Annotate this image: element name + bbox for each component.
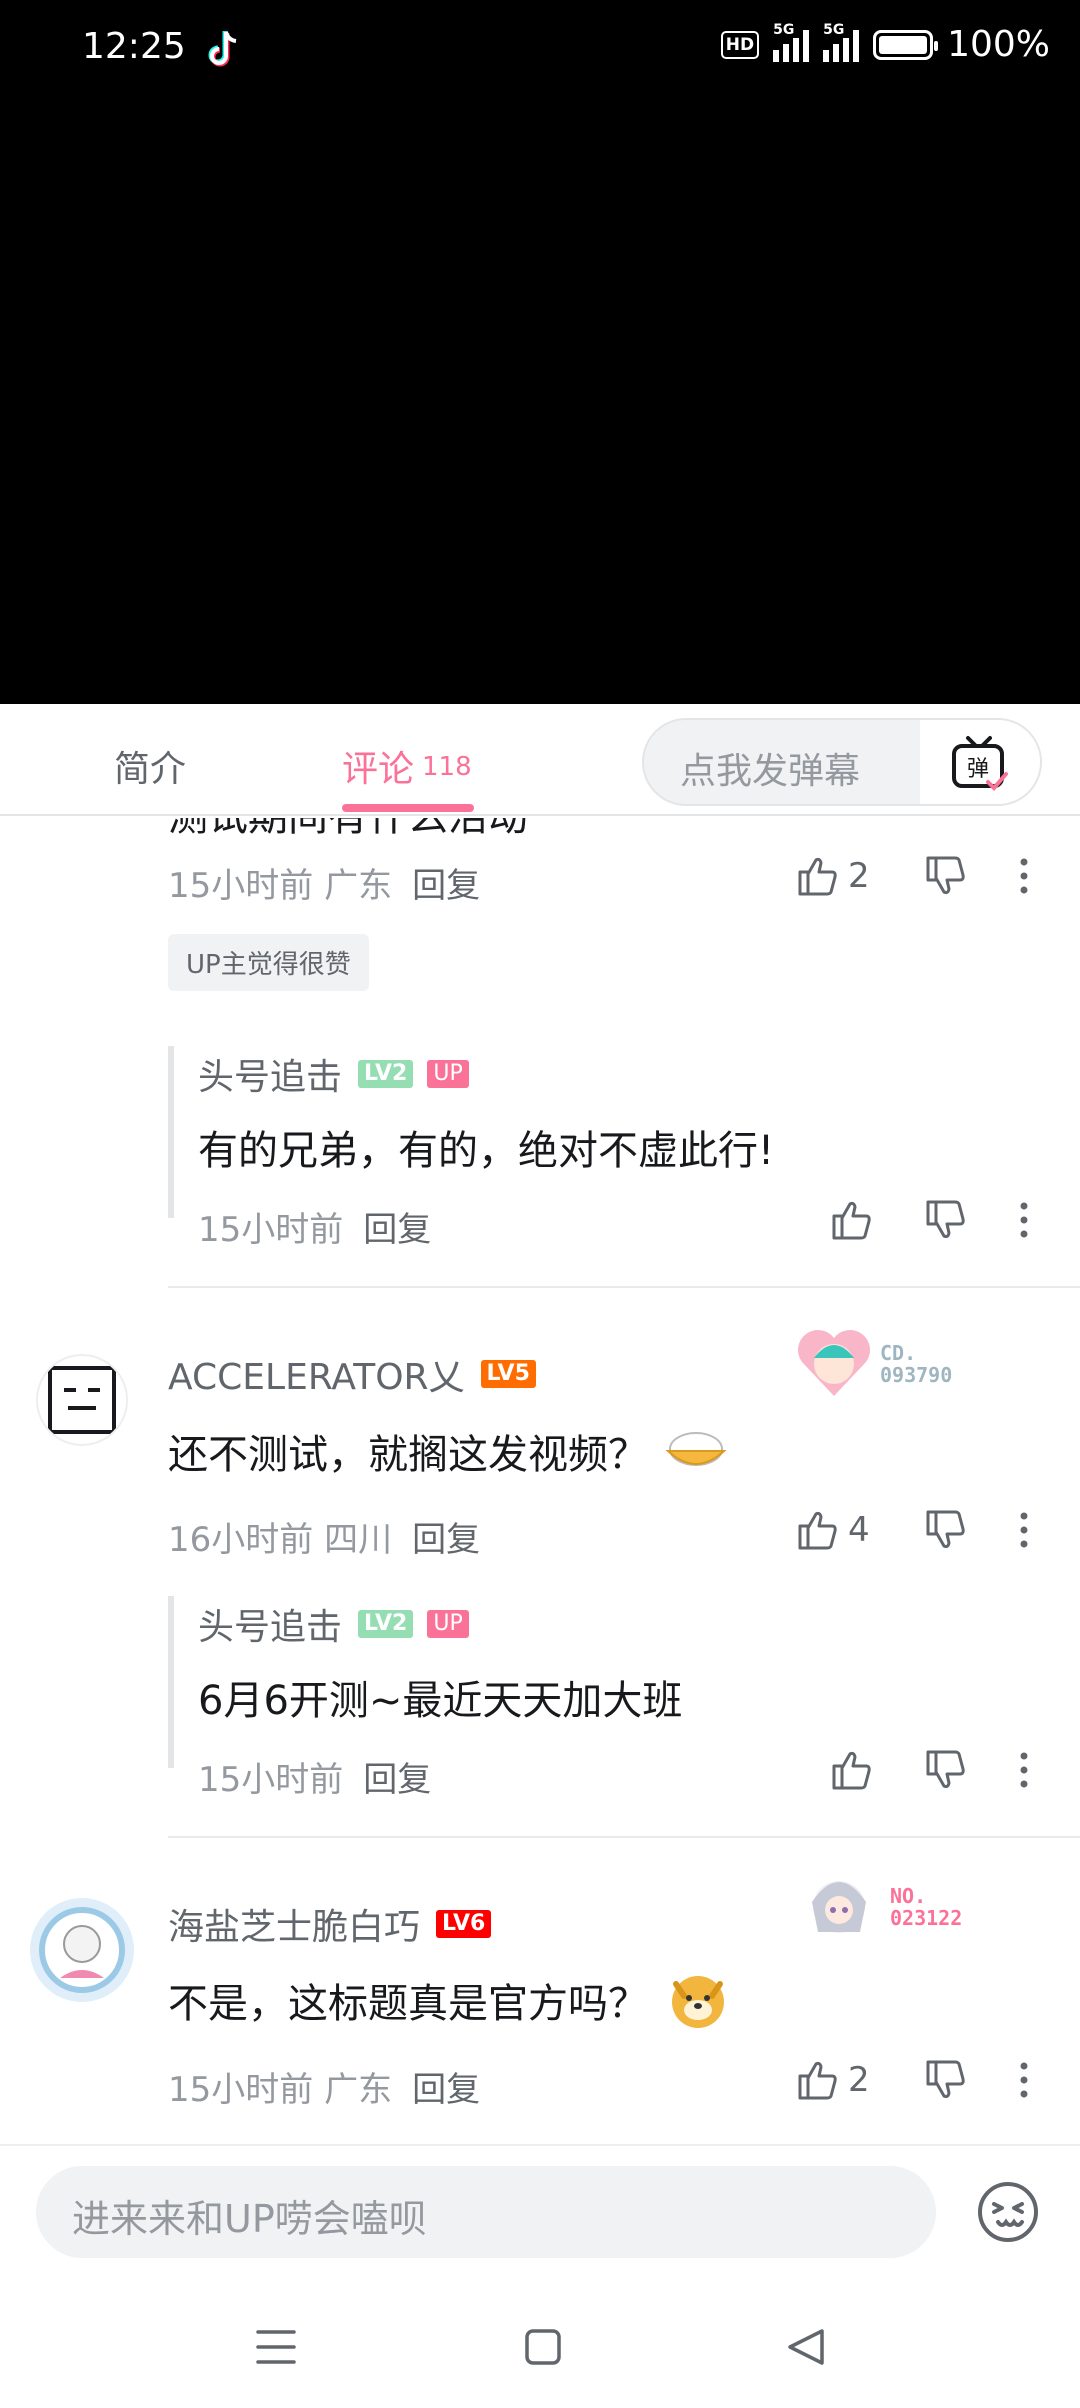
status-bar: 12:25 HD 5G 5G 100% bbox=[0, 0, 1080, 100]
fan-medal: CD. 093790 bbox=[794, 1324, 952, 1404]
thumbs-up-icon[interactable] bbox=[830, 1748, 874, 1792]
avatar[interactable] bbox=[30, 1898, 134, 2002]
comment-count: 118 bbox=[422, 752, 472, 782]
like-button[interactable]: 4 bbox=[796, 1508, 870, 1552]
like-count: 2 bbox=[848, 856, 870, 896]
comment-divider bbox=[168, 1836, 1080, 1838]
rice-bowl-emoji-icon bbox=[665, 1432, 727, 1466]
tab-intro[interactable]: 简介 bbox=[114, 740, 186, 792]
reply-button[interactable]: 回复 bbox=[363, 1760, 431, 1800]
system-nav-bar bbox=[0, 2284, 1080, 2408]
thumbs-down-icon[interactable] bbox=[924, 1748, 968, 1792]
thumbs-down-icon[interactable] bbox=[924, 2058, 968, 2102]
hd-icon: HD bbox=[720, 30, 760, 59]
thumbs-down-icon[interactable] bbox=[924, 1508, 968, 1552]
home-icon[interactable] bbox=[524, 2328, 562, 2366]
up-badge: UP bbox=[427, 1060, 469, 1088]
like-count: 4 bbox=[848, 1510, 870, 1550]
fan-medal: NO. 023122 bbox=[794, 1862, 962, 1952]
like-button[interactable]: 2 bbox=[796, 2058, 870, 2102]
video-player[interactable] bbox=[0, 100, 1080, 704]
more-icon[interactable] bbox=[1016, 1200, 1032, 1240]
back-icon[interactable] bbox=[786, 2328, 826, 2366]
comment-meta: 16小时前 四川 回复 bbox=[168, 1520, 481, 1560]
reply-meta: 15小时前 回复 bbox=[198, 1210, 432, 1250]
comment-actions: 2 bbox=[796, 2058, 870, 2102]
comment-actions: 4 bbox=[796, 1508, 870, 1552]
fan-badge-avatar-icon bbox=[798, 1330, 870, 1396]
signal-icon: 5G bbox=[773, 22, 810, 62]
reply-thread-line bbox=[168, 1596, 174, 1768]
thumbs-down-icon[interactable] bbox=[924, 854, 968, 898]
level-badge: LV2 bbox=[358, 1610, 414, 1638]
reply-button[interactable]: 回复 bbox=[363, 1210, 431, 1250]
comment-input[interactable]: 进来来和UP唠会嗑呗 bbox=[36, 2166, 936, 2258]
danmu-input[interactable]: 点我发弹幕 弹 bbox=[642, 718, 1042, 806]
comment-text: 不是，这标题真是官方吗？ bbox=[168, 1970, 728, 2030]
comment-text: 还不测试，就搁这发视频？ bbox=[168, 1422, 728, 1480]
danmu-tv-icon: 弹 bbox=[952, 736, 1008, 791]
comment-actions: 2 bbox=[796, 854, 870, 898]
clipped-comment-text: 测试期间有什么活动 bbox=[168, 818, 528, 842]
level-badge: LV6 bbox=[436, 1910, 492, 1938]
battery-icon bbox=[873, 29, 939, 60]
reply-thread-line bbox=[168, 1046, 174, 1218]
signal-icon-2: 5G bbox=[823, 22, 860, 62]
doge-emoji-icon bbox=[672, 1976, 724, 2028]
danmu-toggle-button[interactable]: 弹 bbox=[920, 720, 1040, 804]
danmu-placeholder: 点我发弹幕 bbox=[680, 751, 861, 792]
comment-meta: 15小时前 广东 回复 bbox=[168, 2070, 481, 2110]
level-badge: LV5 bbox=[480, 1360, 536, 1388]
thumbs-up-icon[interactable] bbox=[830, 1198, 874, 1242]
comment-input-placeholder: 进来来和UP唠会嗑呗 bbox=[72, 2197, 427, 2241]
svg-text:弹: 弹 bbox=[967, 757, 989, 782]
emoji-icon[interactable] bbox=[976, 2180, 1040, 2244]
up-badge: UP bbox=[427, 1610, 469, 1638]
reply-button[interactable]: 回复 bbox=[412, 1520, 480, 1560]
up-liked-badge: UP主觉得很赞 bbox=[168, 934, 369, 991]
reply-button[interactable]: 回复 bbox=[412, 866, 480, 906]
fan-badge-avatar-icon bbox=[812, 1881, 866, 1933]
reply-author[interactable]: 头号追击 LV2 UP bbox=[198, 1598, 469, 1650]
more-icon[interactable] bbox=[1016, 1510, 1032, 1550]
comment-list[interactable]: 测试期间有什么活动 15小时前 广东回复 2 UP主觉得很赞 头号追击 LV2 … bbox=[0, 818, 1080, 2144]
reply-button[interactable]: 回复 bbox=[412, 2070, 480, 2110]
comment-author[interactable]: ACCELERATOR乂 LV5 bbox=[168, 1348, 536, 1400]
like-button[interactable]: 2 bbox=[796, 854, 870, 898]
comment-divider bbox=[168, 1286, 1080, 1288]
more-icon[interactable] bbox=[1016, 856, 1032, 896]
status-time: 12:25 bbox=[82, 26, 186, 67]
menu-icon[interactable] bbox=[256, 2328, 296, 2366]
comment-input-bar: 进来来和UP唠会嗑呗 bbox=[0, 2144, 1080, 2284]
level-badge: LV2 bbox=[358, 1060, 414, 1088]
thumbs-up-icon bbox=[798, 857, 837, 896]
thumbs-down-icon[interactable] bbox=[924, 1198, 968, 1242]
more-icon[interactable] bbox=[1016, 2060, 1032, 2100]
tiktok-icon bbox=[208, 31, 237, 67]
thumbs-up-icon bbox=[798, 2061, 837, 2100]
comment-meta: 15小时前 广东 回复 bbox=[168, 866, 481, 906]
reply-author[interactable]: 头号追击 LV2 UP bbox=[198, 1048, 469, 1100]
more-icon[interactable] bbox=[1016, 1750, 1032, 1790]
avatar[interactable] bbox=[36, 1354, 128, 1446]
tab-active-indicator bbox=[342, 804, 474, 812]
reply-meta: 15小时前 回复 bbox=[198, 1760, 432, 1800]
reply-text: 6月6开测~最近天天加大班 bbox=[198, 1678, 683, 1724]
tab-bar: 简介 评论 118 点我发弹幕 弹 bbox=[0, 704, 1080, 816]
reply-text: 有的兄弟，有的，绝对不虚此行! bbox=[198, 1128, 775, 1174]
battery-level: 100% bbox=[947, 24, 1050, 65]
like-count: 2 bbox=[848, 2060, 870, 2100]
comment-author[interactable]: 海盐芝士脆白巧 LV6 bbox=[168, 1898, 492, 1950]
tab-comments[interactable]: 评论 118 bbox=[342, 740, 472, 792]
thumbs-up-icon bbox=[798, 1511, 837, 1550]
